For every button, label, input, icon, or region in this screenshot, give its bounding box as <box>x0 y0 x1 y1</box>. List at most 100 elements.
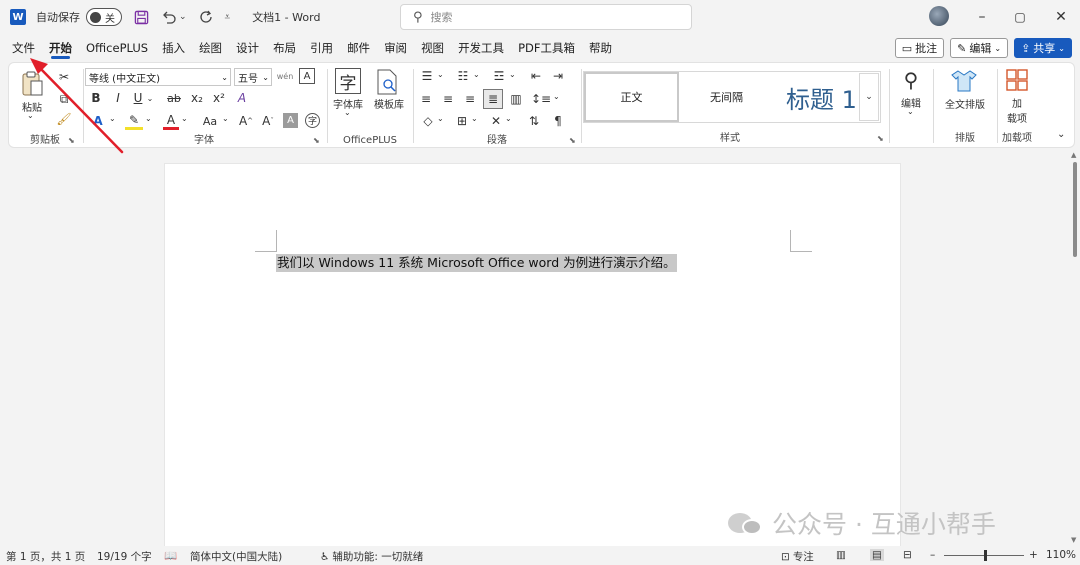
dialog-launcher-icon[interactable]: ⬊ <box>313 136 320 145</box>
chevron-down-icon[interactable]: ⌄ <box>505 114 512 123</box>
italic-button[interactable]: I <box>111 90 125 106</box>
tab-view[interactable]: 视图 <box>414 34 451 62</box>
chevron-down-icon[interactable]: ⌄ <box>437 114 444 123</box>
character-shading-icon[interactable]: A <box>283 113 298 128</box>
sort-icon[interactable]: ⇅ <box>525 112 543 130</box>
paste-icon[interactable] <box>19 69 45 99</box>
tab-officeplus[interactable]: OfficePLUS <box>79 34 155 62</box>
tab-layout[interactable]: 布局 <box>266 34 303 62</box>
font-size-select[interactable]: 五号 ⌄ <box>234 68 272 86</box>
autosave-toggle[interactable]: 关 <box>86 8 122 26</box>
underline-button[interactable]: U <box>131 90 145 106</box>
chevron-down-icon[interactable]: ⌄ <box>553 92 560 101</box>
dialog-launcher-icon[interactable]: ⬊ <box>877 134 884 143</box>
multilevel-list-icon[interactable]: ☲ <box>489 68 509 84</box>
format-painter-icon[interactable]: 🖌 <box>56 111 72 127</box>
shading-icon[interactable]: ◇ <box>419 112 437 130</box>
line-spacing-icon[interactable]: ↕≡ <box>531 90 551 108</box>
tab-references[interactable]: 引用 <box>303 34 340 62</box>
phonetic-guide-icon[interactable]: wén <box>277 68 294 84</box>
change-case-icon[interactable]: Aa <box>199 112 221 130</box>
word-count[interactable]: 19/19 个字 <box>97 549 152 564</box>
minimize-button[interactable]: – <box>971 6 993 28</box>
find-icon[interactable]: ⚲ <box>897 67 925 93</box>
tab-mailings[interactable]: 邮件 <box>340 34 377 62</box>
superscript-button[interactable]: x² <box>211 90 227 106</box>
scroll-down-icon[interactable]: ▼ <box>1071 536 1076 544</box>
proofing-icon[interactable]: 📖 <box>164 549 177 562</box>
web-layout-icon[interactable]: ⊟ <box>903 549 912 561</box>
save-icon[interactable] <box>134 10 149 25</box>
bullets-icon[interactable]: ☰ <box>417 68 437 84</box>
align-center-icon[interactable]: ≡ <box>439 90 457 108</box>
scroll-up-icon[interactable]: ▲ <box>1071 151 1076 159</box>
chevron-down-icon[interactable]: ⌄ <box>145 90 155 106</box>
tab-review[interactable]: 审阅 <box>377 34 414 62</box>
text-effects-icon[interactable]: A <box>89 112 107 130</box>
vertical-scrollbar[interactable]: ▲ ▼ <box>1070 150 1080 546</box>
chevron-down-icon[interactable]: ⌄ <box>437 70 444 79</box>
language-indicator[interactable]: 简体中文(中国大陆) <box>190 549 282 564</box>
addins-icon[interactable] <box>1005 68 1029 92</box>
tab-pdf-tools[interactable]: PDF工具箱 <box>511 34 582 62</box>
copy-icon[interactable]: ⧉ <box>56 91 72 107</box>
tab-insert[interactable]: 插入 <box>155 34 192 62</box>
numbering-icon[interactable]: ☷ <box>453 68 473 84</box>
character-border-icon[interactable]: A <box>299 68 315 84</box>
focus-button[interactable]: ⊡ 专注 <box>781 549 814 564</box>
tab-help[interactable]: 帮助 <box>582 34 619 62</box>
chevron-down-icon[interactable]: ⌄ <box>222 114 229 123</box>
chevron-down-icon[interactable]: ⌄ <box>27 111 34 120</box>
collapse-ribbon-icon[interactable]: ⌄ <box>1057 129 1065 140</box>
subscript-button[interactable]: x₂ <box>189 90 205 106</box>
style-no-spacing[interactable]: 无间隔 <box>679 72 774 122</box>
zoom-level[interactable]: 110% <box>1046 549 1076 561</box>
tab-file[interactable]: 文件 <box>5 34 42 62</box>
undo-dropdown-icon[interactable]: ⌄ <box>179 12 187 22</box>
borders-icon[interactable]: ⊞ <box>453 112 471 130</box>
clear-format-icon[interactable]: A <box>233 90 251 106</box>
maximize-button[interactable]: ▢ <box>1009 6 1031 28</box>
dialog-launcher-icon[interactable]: ⬊ <box>68 136 75 145</box>
font-name-select[interactable]: 等线 (中文正文) ⌄ <box>85 68 231 86</box>
chevron-down-icon[interactable]: ⌄ <box>471 114 478 123</box>
chevron-down-icon[interactable]: ⌄ <box>181 114 188 123</box>
chevron-down-icon[interactable]: ⌄ <box>344 108 351 117</box>
close-button[interactable]: ✕ <box>1050 6 1072 28</box>
style-gallery-more-icon[interactable]: ⌄ <box>859 73 879 121</box>
avatar[interactable] <box>929 6 949 26</box>
chevron-down-icon[interactable]: ⌄ <box>145 114 152 123</box>
template-library-icon[interactable] <box>374 68 400 96</box>
grow-font-icon[interactable]: A ^ <box>237 112 255 130</box>
chevron-down-icon[interactable]: ⌄ <box>509 70 516 79</box>
scrollbar-thumb[interactable] <box>1073 162 1077 257</box>
show-marks-icon[interactable]: ¶ <box>549 112 567 130</box>
style-heading-1[interactable]: 标题 1 <box>774 72 869 122</box>
document-page[interactable]: 我们以 Windows 11 系统 Microsoft Office word … <box>164 163 901 563</box>
asian-layout-icon[interactable]: ✕ <box>487 112 505 130</box>
style-normal[interactable]: 正文 <box>584 72 679 122</box>
shrink-font-icon[interactable]: Aˇ <box>259 112 277 130</box>
chevron-down-icon[interactable]: ⌄ <box>109 114 116 123</box>
font-color-icon[interactable]: A <box>163 112 179 130</box>
tab-design[interactable]: 设计 <box>229 34 266 62</box>
tab-developer[interactable]: 开发工具 <box>451 34 511 62</box>
chevron-down-icon[interactable]: ⌄ <box>907 107 914 116</box>
cut-icon[interactable]: ✂ <box>56 69 72 85</box>
align-left-icon[interactable]: ≡ <box>417 90 435 108</box>
accessibility-status[interactable]: ♿ 辅助功能: 一切就绪 <box>320 549 423 564</box>
font-library-icon[interactable]: 字 <box>335 68 361 94</box>
increase-indent-icon[interactable]: ⇥ <box>549 68 567 84</box>
full-layout-icon[interactable] <box>949 68 979 94</box>
customize-toolbar-icon[interactable]: ⩡ <box>225 12 231 23</box>
zoom-in-icon[interactable]: + <box>1029 549 1038 561</box>
dialog-launcher-icon[interactable]: ⬊ <box>569 136 576 145</box>
tab-home[interactable]: 开始 <box>42 34 79 62</box>
justify-icon[interactable]: ≣ <box>483 89 503 109</box>
selected-document-text[interactable]: 我们以 Windows 11 系统 Microsoft Office word … <box>276 254 677 272</box>
edit-mode-button[interactable]: ✎ 编辑 ⌄ <box>950 38 1009 58</box>
search-input[interactable]: ⚲ 搜索 <box>400 4 692 30</box>
page-count[interactable]: 第 1 页，共 1 页 <box>6 549 85 564</box>
highlight-icon[interactable]: ✎ <box>125 112 143 130</box>
zoom-out-icon[interactable]: – <box>930 549 935 561</box>
